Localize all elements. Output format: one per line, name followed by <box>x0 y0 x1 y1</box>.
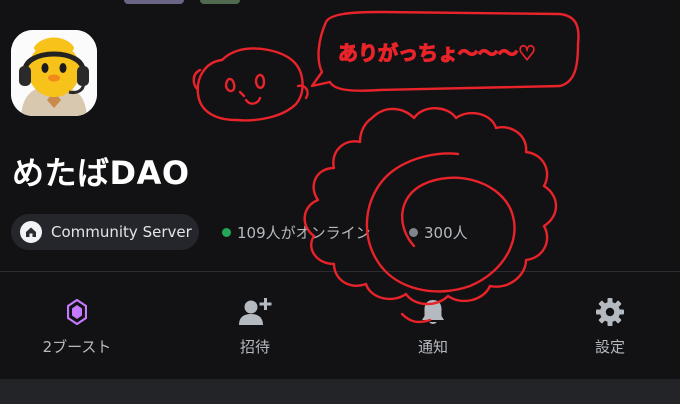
doodle-face <box>196 47 304 122</box>
settings-button[interactable]: 設定 <box>550 292 670 362</box>
top-tab-indicator <box>124 0 184 4</box>
top-tab-indicator <box>200 0 240 4</box>
doodle-speech-bubble <box>310 10 580 92</box>
boost-gem-icon <box>17 292 137 332</box>
bottom-panel-edge <box>0 379 680 404</box>
doodle-speech-text: ありがっちょ〜〜〜♡ <box>338 41 536 65</box>
notifications-button[interactable]: 通知 <box>373 292 493 362</box>
online-count: 109人がオンライン <box>222 222 371 243</box>
gear-icon <box>550 292 670 332</box>
member-count-label: 300人 <box>424 224 468 242</box>
top-strip <box>0 0 680 6</box>
online-count-label: 109人がオンライン <box>237 224 371 242</box>
community-home-icon <box>20 221 42 243</box>
add-user-icon <box>195 292 315 332</box>
doodle-scribble-cloud <box>303 107 558 306</box>
member-count: 300人 <box>409 222 468 243</box>
settings-label: 設定 <box>594 338 625 356</box>
server-avatar[interactable] <box>11 30 97 116</box>
boost-label: 2ブースト <box>42 338 112 356</box>
community-server-label: Community Server <box>51 223 192 241</box>
server-name: めたばDAO <box>12 154 190 192</box>
community-server-badge[interactable]: Community Server <box>11 214 199 250</box>
online-status-dot <box>222 228 231 237</box>
notifications-label: 通知 <box>417 338 448 356</box>
bell-icon <box>373 292 493 332</box>
boost-button[interactable]: 2ブースト <box>17 292 137 362</box>
invite-button[interactable]: 招待 <box>195 292 315 362</box>
invite-label: 招待 <box>239 338 270 356</box>
mascot-avatar-image <box>11 30 97 116</box>
member-status-dot <box>409 228 418 237</box>
divider <box>0 271 680 272</box>
